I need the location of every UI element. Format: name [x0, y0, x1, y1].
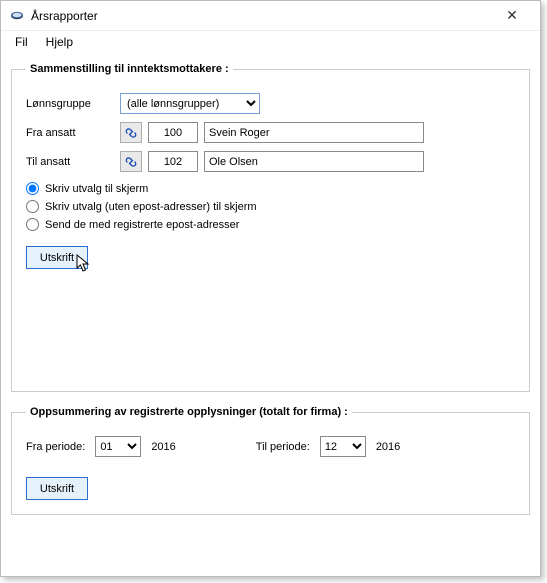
window: Årsrapporter ✕ Fil Hjelp Sammenstilling … — [0, 0, 541, 577]
group-oppsummering: Oppsummering av registrerte opplysninger… — [11, 406, 530, 515]
to-employee-id-input[interactable] — [148, 151, 198, 172]
from-period-select[interactable]: 01 — [95, 436, 141, 457]
row-wagegroup: Lønnsgruppe (alle lønnsgrupper) — [26, 93, 515, 114]
menubar: Fil Hjelp — [1, 31, 540, 53]
output-radios: Skriv utvalg til skjerm Skriv utvalg (ut… — [26, 182, 515, 231]
from-period-group: Fra periode: 01 2016 — [26, 436, 176, 457]
radio-screen-input[interactable] — [26, 182, 39, 195]
client-area: Sammenstilling til inntektsmottakere : L… — [1, 53, 540, 535]
from-employee-id-input[interactable] — [148, 122, 198, 143]
from-period-year: 2016 — [151, 441, 175, 453]
wagegroup-label: Lønnsgruppe — [26, 98, 114, 110]
window-title: Årsrapporter — [31, 9, 492, 23]
radio-send-email[interactable]: Send de med registrerte epost-adresser — [26, 218, 515, 231]
group-sammenstilling: Sammenstilling til inntektsmottakere : L… — [11, 63, 530, 392]
row-to-employee: Til ansatt — [26, 151, 515, 172]
print-button-2[interactable]: Utskrift — [26, 477, 88, 500]
radio-screen[interactable]: Skriv utvalg til skjerm — [26, 182, 515, 195]
print-button-1[interactable]: Utskrift — [26, 246, 88, 269]
group-oppsummering-legend: Oppsummering av registrerte opplysninger… — [26, 406, 352, 418]
radio-screen-noemail[interactable]: Skriv utvalg (uten epost-adresser) til s… — [26, 200, 515, 213]
row-periods: Fra periode: 01 2016 Til periode: 12 201… — [26, 436, 515, 457]
to-employee-label: Til ansatt — [26, 156, 114, 168]
to-period-group: Til periode: 12 2016 — [256, 436, 401, 457]
close-icon[interactable]: ✕ — [492, 7, 532, 24]
radio-screen-label: Skriv utvalg til skjerm — [45, 183, 148, 195]
menu-help[interactable]: Hjelp — [38, 33, 81, 51]
group-sammenstilling-legend: Sammenstilling til inntektsmottakere : — [26, 63, 233, 75]
app-icon — [9, 8, 25, 24]
to-period-select[interactable]: 12 — [320, 436, 366, 457]
menu-file[interactable]: Fil — [7, 33, 36, 51]
from-employee-label: Fra ansatt — [26, 127, 114, 139]
link-icon — [124, 126, 138, 140]
from-employee-name-input[interactable] — [204, 122, 424, 143]
from-employee-lookup-button[interactable] — [120, 122, 142, 143]
to-period-year: 2016 — [376, 441, 400, 453]
to-employee-lookup-button[interactable] — [120, 151, 142, 172]
radio-screen-noemail-input[interactable] — [26, 200, 39, 213]
link-icon — [124, 155, 138, 169]
radio-send-email-label: Send de med registrerte epost-adresser — [45, 219, 239, 231]
radio-screen-noemail-label: Skriv utvalg (uten epost-adresser) til s… — [45, 201, 257, 213]
wagegroup-select[interactable]: (alle lønnsgrupper) — [120, 93, 260, 114]
row-from-employee: Fra ansatt — [26, 122, 515, 143]
to-employee-name-input[interactable] — [204, 151, 424, 172]
titlebar: Årsrapporter ✕ — [1, 1, 540, 31]
to-period-label: Til periode: — [256, 441, 310, 453]
from-period-label: Fra periode: — [26, 441, 85, 453]
radio-send-email-input[interactable] — [26, 218, 39, 231]
